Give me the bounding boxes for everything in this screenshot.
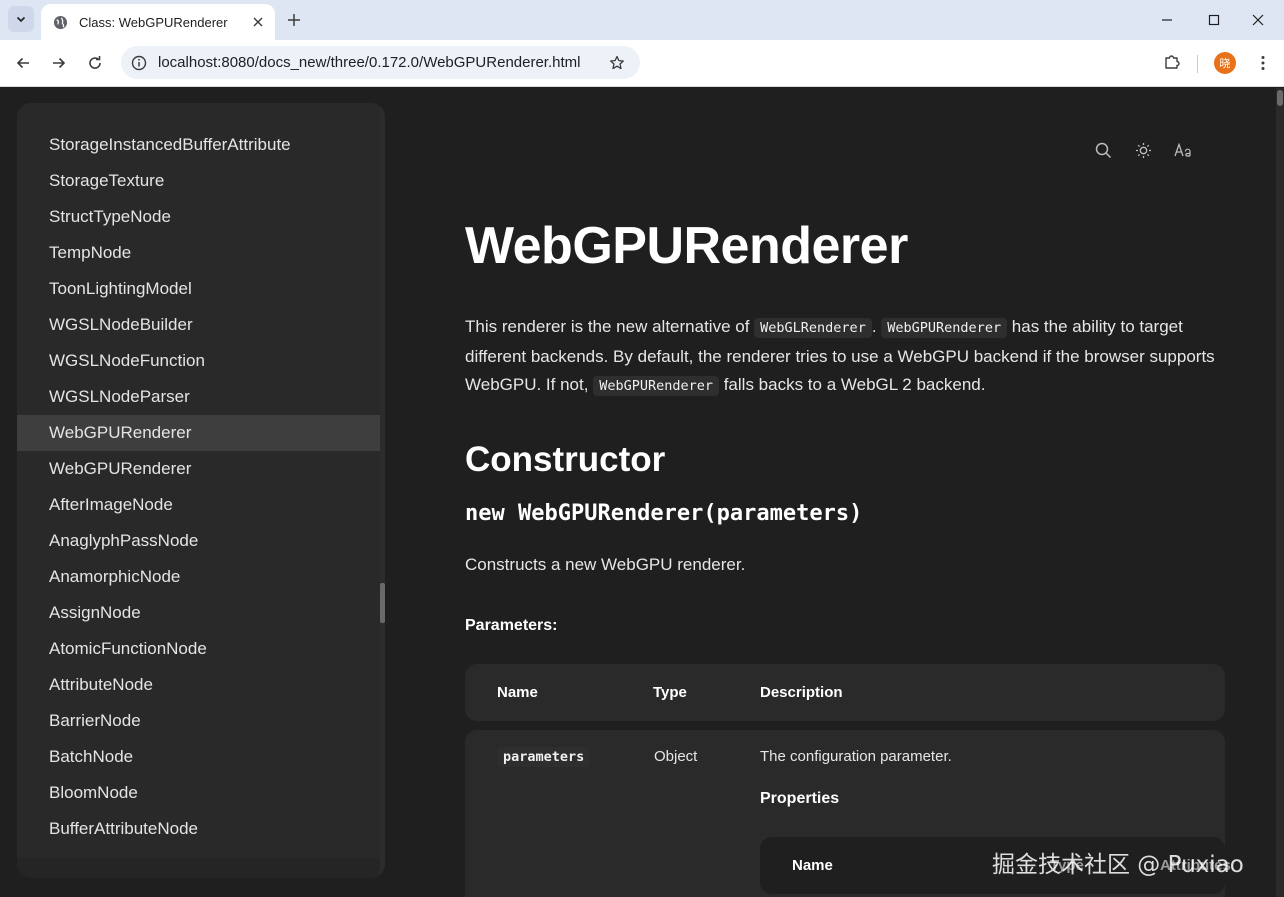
watermark-text: 掘金技术社区 @ Puxiao <box>992 852 1244 878</box>
address-bar[interactable]: localhost:8080/docs_new/three/0.172.0/We… <box>121 46 640 79</box>
sidebar-item[interactable]: StructTypeNode <box>17 199 380 235</box>
sidebar-item[interactable]: WGSLNodeFunction <box>17 343 380 379</box>
properties-label: Properties <box>760 790 840 807</box>
page-scrollbar[interactable] <box>1276 88 1284 897</box>
parameters-label: Parameters: <box>465 617 558 634</box>
minimize-button[interactable] <box>1152 6 1182 34</box>
column-header-description: Description <box>760 684 843 701</box>
arrow-right-icon <box>53 57 66 69</box>
column-header-type: Type <box>653 684 687 701</box>
reload-button[interactable] <box>82 50 108 76</box>
sidebar-item[interactable]: BatchNode <box>17 739 380 775</box>
sidebar-item[interactable]: AttributeNode <box>17 667 380 703</box>
page-title: WebGPURenderer <box>465 217 908 275</box>
param-name-code: parameters <box>497 747 591 767</box>
sidebar-item[interactable]: ToonLightingModel <box>17 271 380 307</box>
browser-menu-button[interactable] <box>1254 52 1272 74</box>
sub-column-header-name: Name <box>792 857 833 874</box>
bookmark-star-icon[interactable] <box>607 53 627 73</box>
minimize-icon <box>1162 19 1172 21</box>
tab-bar: Class: WebGPURenderer <box>0 0 1284 40</box>
maximize-icon <box>1208 14 1220 26</box>
inline-code: WebGPURenderer <box>593 376 719 396</box>
new-tab-button[interactable] <box>283 9 305 31</box>
search-icon[interactable] <box>1093 140 1113 160</box>
intro-text: . <box>871 317 882 336</box>
inline-code: WebGPURenderer <box>881 318 1008 338</box>
sidebar-item[interactable]: AssignNode <box>17 595 380 631</box>
inline-code: WebGLRenderer <box>754 318 872 338</box>
intro-text: falls backs to a WebGL 2 backend. <box>718 375 986 394</box>
sidebar-item[interactable]: BufferAttributeNode <box>17 811 380 847</box>
sidebar-item[interactable]: AfterImageNode <box>17 487 380 523</box>
sidebar-nav: StorageInstancedBufferAttribute StorageTe… <box>17 103 385 878</box>
more-vertical-icon <box>1261 56 1265 70</box>
sidebar-item[interactable]: TempNode <box>17 235 380 271</box>
toolbar-divider <box>1197 55 1198 73</box>
page-tools <box>1093 140 1193 160</box>
plus-icon <box>288 14 300 26</box>
sidebar-item[interactable]: StorageTexture <box>17 163 380 199</box>
window-close-button[interactable] <box>1243 6 1273 34</box>
close-icon[interactable] <box>249 13 267 31</box>
sidebar-item[interactable]: BarrierNode <box>17 703 380 739</box>
profile-avatar[interactable]: 晓 <box>1214 52 1236 74</box>
sidebar-item[interactable]: AnaglyphPassNode <box>17 523 380 559</box>
browser-toolbar: localhost:8080/docs_new/three/0.172.0/We… <box>0 40 1284 87</box>
class-description: This renderer is the new alternative of … <box>465 313 1215 401</box>
sidebar-item[interactable]: WebGPURenderer <box>17 415 380 451</box>
url-text[interactable]: localhost:8080/docs_new/three/0.172.0/We… <box>158 54 580 71</box>
sidebar-item[interactable]: BloomNode <box>17 775 380 811</box>
globe-icon <box>52 14 68 30</box>
param-name: parameters <box>497 747 591 767</box>
puzzle-icon <box>1165 55 1180 69</box>
column-header-name: Name <box>497 684 538 701</box>
constructor-heading: Constructor <box>465 440 666 479</box>
sidebar-bottom-fade <box>17 858 385 878</box>
param-description: The configuration parameter. <box>760 748 952 765</box>
back-button[interactable] <box>10 50 36 76</box>
browser-tab[interactable]: Class: WebGPURenderer <box>41 4 275 40</box>
params-table-header: Name Type Description <box>465 664 1225 721</box>
constructor-signature: new WebGPURenderer(parameters) <box>465 501 863 526</box>
tab-title: Class: WebGPURenderer <box>79 14 228 30</box>
sidebar-top-fade <box>17 103 385 127</box>
constructor-description: Constructs a new WebGPU renderer. <box>465 555 746 574</box>
page-viewport: StorageInstancedBufferAttribute StorageTe… <box>0 88 1284 897</box>
sidebar-item[interactable]: AtomicFunctionNode <box>17 631 380 667</box>
font-size-icon[interactable] <box>1173 140 1193 160</box>
sidebar-item[interactable]: WebGPURenderer <box>17 451 380 487</box>
sidebar-item[interactable]: StorageInstancedBufferAttribute <box>17 127 380 163</box>
chevron-down-icon <box>16 16 26 23</box>
forward-button[interactable] <box>46 50 72 76</box>
sidebar-item[interactable]: WGSLNodeBuilder <box>17 307 380 343</box>
site-info-icon[interactable] <box>130 54 148 72</box>
intro-text: This renderer is the new alternative of <box>465 317 755 336</box>
sidebar-scrollbar[interactable] <box>380 103 385 878</box>
sidebar-item[interactable]: WGSLNodeParser <box>17 379 380 415</box>
sidebar-item[interactable]: AnamorphicNode <box>17 559 380 595</box>
reload-icon <box>89 56 101 69</box>
arrow-left-icon <box>16 57 29 69</box>
extensions-button[interactable] <box>1160 50 1184 74</box>
main-content: WebGPURenderer This renderer is the new … <box>465 88 1231 897</box>
page-scrollbar-thumb[interactable] <box>1277 90 1283 106</box>
close-icon <box>1252 14 1264 26</box>
maximize-button[interactable] <box>1199 6 1229 34</box>
param-type: Object <box>654 748 698 765</box>
theme-sun-icon[interactable] <box>1133 140 1153 160</box>
tab-search-button[interactable] <box>8 6 34 32</box>
sidebar-scrollbar-thumb[interactable] <box>380 583 385 623</box>
